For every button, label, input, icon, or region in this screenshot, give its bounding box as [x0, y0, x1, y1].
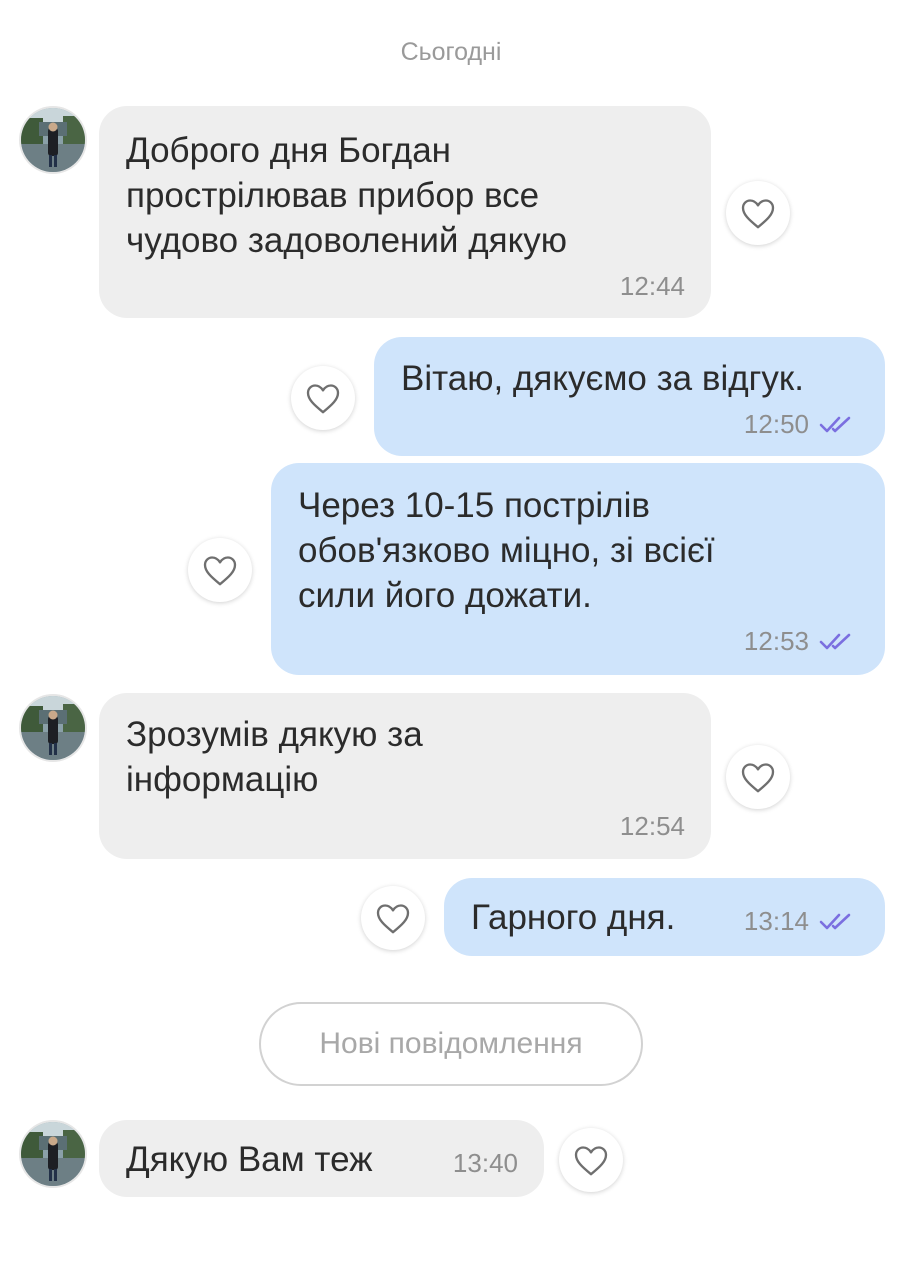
double-check-icon: [819, 912, 857, 932]
message-bubble-outgoing[interactable]: Через 10-15 пострілів обов'язково міцно,…: [271, 463, 885, 675]
like-button[interactable]: [361, 886, 425, 950]
sender-avatar[interactable]: [21, 1122, 85, 1186]
heart-outline-icon: [303, 378, 343, 418]
new-messages-divider[interactable]: Нові повідомлення: [259, 1002, 643, 1086]
message-text: Вітаю, дякуємо за відгук.: [401, 359, 804, 398]
heart-outline-icon: [200, 550, 240, 590]
like-button[interactable]: [291, 366, 355, 430]
date-separator: Сьогодні: [400, 38, 502, 66]
avatar-photo: [21, 1122, 85, 1186]
avatar-photo: [21, 108, 85, 172]
like-button[interactable]: [726, 745, 790, 809]
message-bubble-incoming[interactable]: Зрозумів дякую за інформацію 12:54: [99, 693, 711, 859]
message-time: 13:14: [743, 906, 809, 936]
sender-avatar[interactable]: [21, 108, 85, 172]
heart-outline-icon: [571, 1140, 611, 1180]
message-text: Дякую Вам теж: [126, 1140, 373, 1179]
like-button[interactable]: [559, 1128, 623, 1192]
message-text: Гарного дня.: [471, 898, 676, 937]
message-time: 13:40: [452, 1148, 518, 1178]
heart-outline-icon: [373, 898, 413, 938]
message-bubble-outgoing[interactable]: Вітаю, дякуємо за відгук. 12:50: [374, 337, 885, 456]
double-check-icon: [819, 415, 857, 435]
message-text: Через 10-15 пострілів обов'язково міцно,…: [298, 486, 715, 615]
heart-outline-icon: [738, 193, 778, 233]
message-time: 12:53: [743, 626, 809, 656]
sender-avatar[interactable]: [21, 696, 85, 760]
avatar-photo: [21, 696, 85, 760]
message-bubble-incoming[interactable]: Дякую Вам теж 13:40: [99, 1120, 544, 1197]
heart-outline-icon: [738, 757, 778, 797]
message-text: Зрозумів дякую за інформацію: [126, 715, 423, 799]
message-time: 12:44: [619, 271, 685, 301]
message-bubble-outgoing[interactable]: Гарного дня. 13:14: [444, 878, 885, 956]
message-time: 12:54: [619, 811, 685, 841]
message-bubble-incoming[interactable]: Доброго дня Богдан прострілював прибор в…: [99, 106, 711, 318]
new-messages-label: Нові повідомлення: [319, 1027, 583, 1060]
message-text: Доброго дня Богдан прострілював прибор в…: [126, 131, 568, 260]
like-button[interactable]: [726, 181, 790, 245]
message-time: 12:50: [743, 409, 809, 439]
like-button[interactable]: [188, 538, 252, 602]
double-check-icon: [819, 632, 857, 652]
